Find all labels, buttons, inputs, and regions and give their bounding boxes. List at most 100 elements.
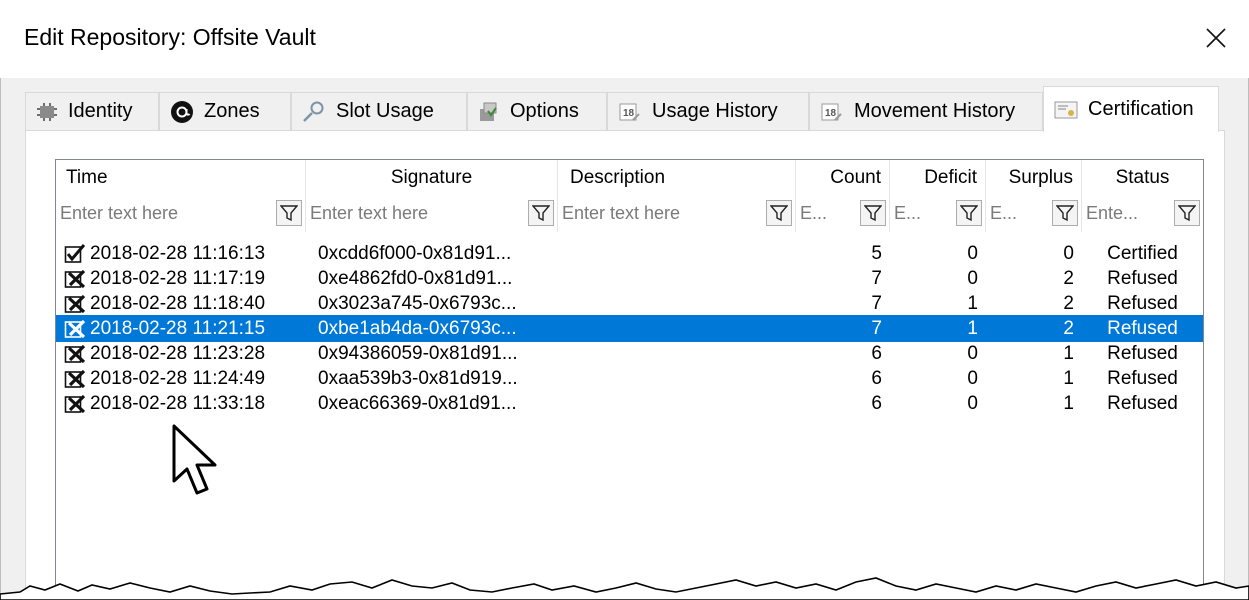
filter-input-signature[interactable]: Enter text here [310,203,428,224]
tab-usage-history[interactable]: 18 Usage History [607,92,809,130]
cell-time: 2018-02-28 11:17:19 [90,268,266,289]
tab-identity-label: Identity [68,100,133,122]
cell-surplus: 1 [1063,393,1074,414]
cell-deficit: 0 [967,393,978,414]
cell-count: 6 [871,368,882,389]
tab-certification-label: Certification [1088,98,1194,120]
table-row[interactable]: 2018-02-28 11:33:18 0xeac66369-0x81d91...… [56,390,1203,417]
cell-count: 7 [871,268,882,289]
tab-options-label: Options [510,100,579,122]
cell-status: Refused [1107,293,1178,314]
cell-description [570,240,796,267]
cell-count: 6 [871,393,882,414]
cell-surplus: 0 [1063,243,1074,264]
cell-time: 2018-02-28 11:33:18 [90,393,266,414]
filter-row: Enter text here Enter text here Enter te… [56,196,1203,232]
column-header-signature[interactable]: Signature [306,160,558,196]
filter-button-surplus[interactable] [1052,200,1078,226]
mouse-cursor-icon [171,423,227,502]
grid-header: Time Signature Description Count Deficit… [56,160,1203,196]
funnel-icon [960,205,978,222]
close-icon [1206,28,1226,48]
column-header-surplus[interactable]: Surplus [986,160,1082,196]
tab-zones[interactable]: Zones [159,92,291,130]
svg-text:18: 18 [825,108,837,119]
filter-input-deficit[interactable]: E... [894,203,921,224]
cell-signature: 0x3023a745-0x6793c... [318,293,517,314]
cell-status: Certified [1107,243,1178,264]
filter-button-status[interactable] [1174,200,1200,226]
at-sign-icon [170,100,194,124]
funnel-icon [280,205,298,222]
funnel-icon [532,205,550,222]
close-button[interactable] [1196,18,1236,58]
filter-button-count[interactable] [860,200,886,226]
certification-grid[interactable]: Time Signature Description Count Deficit… [55,159,1204,599]
filter-input-time[interactable]: Enter text here [60,203,178,224]
cell-deficit: 0 [967,368,978,389]
svg-text:18: 18 [623,108,635,119]
tab-movement-history-label: Movement History [854,100,1016,122]
cell-time: 2018-02-28 11:23:28 [90,343,266,364]
tab-slot-usage[interactable]: Slot Usage [291,92,467,130]
column-header-deficit[interactable]: Deficit [890,160,986,196]
cell-deficit: 0 [967,343,978,364]
cell-count: 6 [871,343,882,364]
column-header-count[interactable]: Count [796,160,890,196]
tab-movement-history[interactable]: 18 Movement History [809,92,1043,130]
cell-deficit: 0 [967,243,978,264]
tab-zones-label: Zones [204,100,260,122]
table-row[interactable]: 2018-02-28 11:16:13 0xcdd6f000-0x81d91...… [56,240,1203,267]
column-header-description[interactable]: Description [558,160,796,196]
filter-button-signature[interactable] [528,200,554,226]
cell-status: Refused [1107,368,1178,389]
cell-description [570,390,796,417]
cell-time: 2018-02-28 11:16:13 [90,243,266,264]
filter-button-description[interactable] [766,200,792,226]
tab-identity[interactable]: Identity [25,92,159,130]
cell-count: 7 [871,318,882,339]
tab-options[interactable]: Options [467,92,607,130]
table-row[interactable]: 2018-02-28 11:18:40 0x3023a745-0x6793c...… [56,290,1203,317]
certificate-icon [1054,100,1078,120]
certification-tab-page: Time Signature Description Count Deficit… [25,130,1225,600]
funnel-icon [864,205,882,222]
table-row[interactable]: 2018-02-28 11:17:19 0xe4862fd0-0x81d91...… [56,265,1203,292]
cell-description [570,340,796,367]
filter-input-surplus[interactable]: E... [990,203,1017,224]
filter-cell-status: Ente... [1082,196,1203,232]
cell-count: 7 [871,293,882,314]
cell-description [570,315,796,342]
title-bar: Edit Repository: Offsite Vault [0,0,1249,78]
table-row[interactable]: 2018-02-28 11:23:28 0x94386059-0x81d91...… [56,340,1203,367]
options-icon [478,101,500,123]
window-title: Edit Repository: Offsite Vault [24,24,316,50]
table-row[interactable]: 2018-02-28 11:21:15 0xbe1ab4da-0x6793c...… [56,315,1203,342]
x-mark-icon [64,392,88,420]
cell-surplus: 1 [1063,343,1074,364]
filter-input-status[interactable]: Ente... [1086,203,1138,224]
cell-signature: 0xaa539b3-0x81d919... [318,368,518,389]
cell-deficit: 1 [967,293,978,314]
cell-status: Refused [1107,268,1178,289]
filter-button-time[interactable] [276,200,302,226]
table-row[interactable]: 2018-02-28 11:24:49 0xaa539b3-0x81d919...… [56,365,1203,392]
tab-certification[interactable]: Certification [1043,86,1219,132]
filter-input-count[interactable]: E... [800,203,827,224]
filter-input-description[interactable]: Enter text here [562,203,680,224]
magnifier-icon [302,101,326,123]
tab-slot-usage-label: Slot Usage [336,100,434,122]
column-header-time[interactable]: Time [56,160,306,196]
cell-signature: 0xeac66369-0x81d91... [318,393,517,414]
cell-signature: 0xe4862fd0-0x81d91... [318,268,513,289]
tab-strip: Identity Zones Slot Usage Options 18 Usa… [25,86,1225,132]
calendar-icon: 18 [820,101,844,123]
gear-chip-icon [36,102,58,122]
filter-cell-deficit: E... [890,196,986,232]
cell-description [570,265,796,292]
filter-button-deficit[interactable] [956,200,982,226]
cell-signature: 0xbe1ab4da-0x6793c... [318,318,517,339]
column-header-status[interactable]: Status [1082,160,1203,196]
cell-surplus: 2 [1063,268,1074,289]
funnel-icon [1056,205,1074,222]
